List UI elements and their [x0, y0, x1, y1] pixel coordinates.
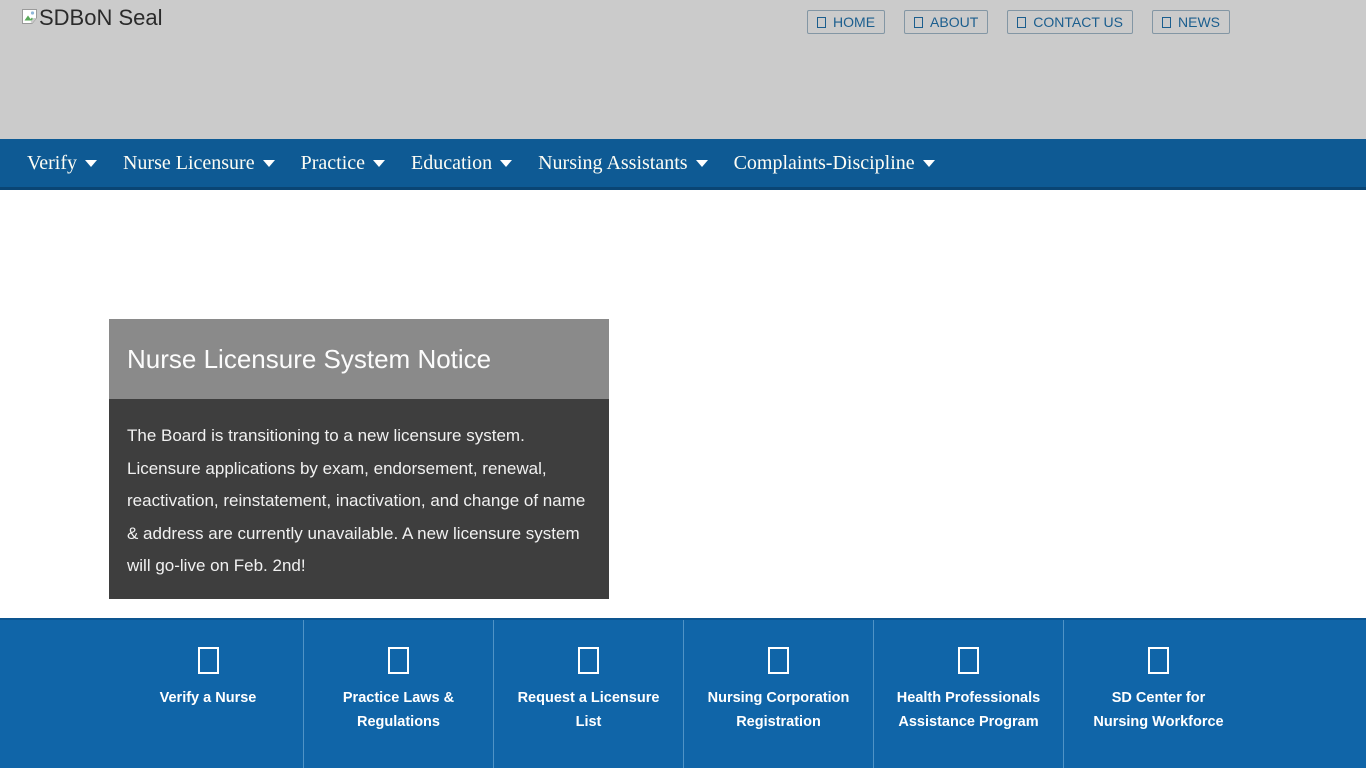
nav-item-label: Education	[411, 152, 492, 175]
top-header: SDBoN Seal HOME ABOUT CONTACT US NEWS	[0, 0, 1366, 139]
top-link-label: HOME	[833, 14, 875, 30]
notice-text: The Board is transitioning to a new lice…	[127, 420, 591, 583]
quick-link-sd-center-nursing-workforce[interactable]: SD Center for Nursing Workforce	[1063, 620, 1253, 768]
top-link-news[interactable]: NEWS	[1152, 10, 1230, 34]
top-link-label: CONTACT US	[1033, 14, 1123, 30]
top-link-home[interactable]: HOME	[807, 10, 885, 34]
quick-link-request-licensure-list[interactable]: Request a Licensure List	[493, 620, 683, 768]
chevron-down-icon	[373, 160, 385, 167]
quick-link-practice-laws-regulations[interactable]: Practice Laws & Regulations	[303, 620, 493, 768]
quick-links-footer: Verify a Nurse Practice Laws & Regulatio…	[0, 618, 1366, 768]
quick-link-label: Practice Laws & Regulations	[343, 687, 454, 734]
notice-card: Nurse Licensure System Notice The Board …	[109, 319, 609, 599]
missing-glyph-icon	[1148, 647, 1169, 674]
nav-item-label: Complaints-Discipline	[734, 152, 915, 175]
main-nav: Verify Nurse Licensure Practice Educatio…	[0, 139, 1366, 190]
main-content: Nurse Licensure System Notice The Board …	[0, 190, 1366, 618]
top-utility-nav: HOME ABOUT CONTACT US NEWS	[807, 10, 1230, 34]
chevron-down-icon	[500, 160, 512, 167]
nav-item-label: Nurse Licensure	[123, 152, 255, 175]
quick-links-row: Verify a Nurse Practice Laws & Regulatio…	[113, 620, 1253, 768]
chevron-down-icon	[923, 160, 935, 167]
quick-link-label: Request a Licensure List	[518, 687, 660, 734]
missing-glyph-icon	[958, 647, 979, 674]
nav-item-nurse-licensure[interactable]: Nurse Licensure	[110, 152, 288, 175]
missing-glyph-icon	[388, 647, 409, 674]
missing-glyph-icon	[198, 647, 219, 674]
top-link-contact-us[interactable]: CONTACT US	[1007, 10, 1133, 34]
nav-item-label: Nursing Assistants	[538, 152, 687, 175]
missing-glyph-icon	[578, 647, 599, 674]
quick-link-health-professionals-assistance[interactable]: Health Professionals Assistance Program	[873, 620, 1063, 768]
top-link-label: ABOUT	[930, 14, 978, 30]
nav-item-label: Practice	[301, 152, 365, 175]
quick-link-label: Nursing Corporation Registration	[708, 687, 850, 734]
logo-link[interactable]: SDBoN Seal	[21, 5, 163, 31]
chevron-down-icon	[696, 160, 708, 167]
quick-link-label: Health Professionals Assistance Program	[897, 687, 1040, 734]
nav-item-nursing-assistants[interactable]: Nursing Assistants	[525, 152, 720, 175]
chevron-down-icon	[263, 160, 275, 167]
nav-item-verify[interactable]: Verify	[14, 152, 110, 175]
top-link-label: NEWS	[1178, 14, 1220, 30]
nav-item-label: Verify	[27, 152, 77, 175]
quick-link-label: Verify a Nurse	[160, 687, 257, 711]
quick-link-label: SD Center for Nursing Workforce	[1093, 687, 1223, 734]
missing-glyph-icon	[914, 17, 923, 28]
chevron-down-icon	[85, 160, 97, 167]
nav-item-education[interactable]: Education	[398, 152, 525, 175]
missing-glyph-icon	[817, 17, 826, 28]
notice-card-header: Nurse Licensure System Notice	[109, 319, 609, 399]
quick-link-verify-a-nurse[interactable]: Verify a Nurse	[113, 620, 303, 768]
missing-glyph-icon	[1162, 17, 1171, 28]
missing-glyph-icon	[768, 647, 789, 674]
notice-card-body: The Board is transitioning to a new lice…	[109, 399, 609, 599]
logo-alt-text: SDBoN Seal	[39, 5, 163, 31]
notice-title: Nurse Licensure System Notice	[127, 344, 491, 375]
nav-item-practice[interactable]: Practice	[288, 152, 398, 175]
top-link-about[interactable]: ABOUT	[904, 10, 988, 34]
nav-item-complaints-discipline[interactable]: Complaints-Discipline	[721, 152, 948, 175]
broken-image-icon	[21, 8, 38, 30]
missing-glyph-icon	[1017, 17, 1026, 28]
quick-link-nursing-corporation-registration[interactable]: Nursing Corporation Registration	[683, 620, 873, 768]
